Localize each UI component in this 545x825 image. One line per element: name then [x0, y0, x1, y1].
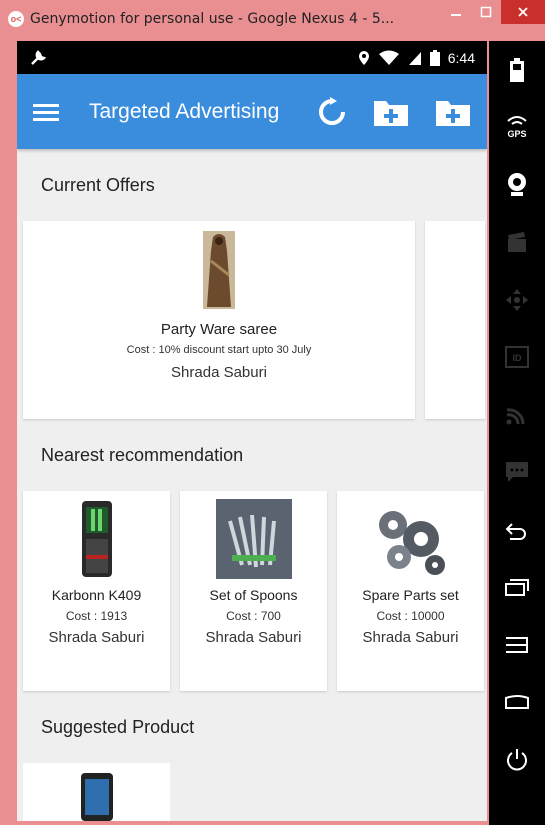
close-button[interactable]: [501, 0, 545, 24]
power-button[interactable]: [489, 731, 545, 789]
window-controls: [441, 0, 545, 26]
clapperboard-icon: [508, 232, 526, 253]
refresh-icon[interactable]: [317, 96, 347, 127]
recommendation-cost: Cost : 10000: [376, 609, 445, 623]
app-bar: Targeted Advertising: [17, 74, 487, 149]
recommendation-card[interactable]: Karbonn K409 Cost : 1913 Shrada Saburi: [23, 491, 170, 691]
home-icon: [505, 695, 529, 710]
recommendation-card[interactable]: Spare Parts set Cost : 10000 Shrada Sabu…: [337, 491, 484, 691]
spoons-product-image: [215, 499, 292, 579]
dpad-icon: [506, 288, 528, 311]
gps-tool-button[interactable]: GPS: [489, 99, 545, 157]
webcam-icon: [508, 172, 526, 196]
home-button[interactable]: [489, 674, 545, 732]
maximize-icon: [480, 6, 492, 18]
identifiers-tool-button[interactable]: ID: [489, 329, 545, 387]
recommendation-name: Spare Parts set: [362, 587, 459, 603]
recommendation-name: Karbonn K409: [51, 587, 142, 603]
recommendation-cost: Cost : 1913: [65, 609, 128, 623]
wifi-icon: [378, 50, 399, 65]
recommendation-seller: Shrada Saburi: [362, 629, 459, 646]
back-button[interactable]: [489, 501, 545, 559]
phone-product-image: [81, 501, 112, 577]
signal-icon: [408, 51, 421, 65]
page-title: Targeted Advertising: [89, 99, 280, 123]
power-icon: [507, 748, 527, 771]
offer-name: Party Ware saree: [160, 321, 278, 338]
status-time: 6:44: [447, 49, 475, 66]
battery-tool-button[interactable]: [489, 41, 545, 99]
section-suggested-product: Suggested Product: [41, 716, 195, 737]
offer-card[interactable]: [425, 221, 485, 419]
location-icon: [358, 50, 369, 65]
gps-label: GPS: [507, 129, 526, 139]
menu-icon: [506, 636, 528, 653]
sms-tool-button[interactable]: [489, 444, 545, 502]
offers-carousel[interactable]: Party Ware saree Cost : 10% discount sta…: [17, 221, 487, 419]
menu-button[interactable]: [489, 616, 545, 674]
recommendation-card[interactable]: Set of Spoons Cost : 700 Shrada Saburi: [180, 491, 327, 691]
phone-screen: 6:44 Targeted Advertising Current Offers…: [17, 41, 487, 821]
gps-icon: GPS: [507, 116, 527, 139]
add-folder-icon[interactable]: [373, 97, 409, 127]
recommendation-name: Set of Spoons: [209, 587, 298, 603]
minimize-icon: [451, 14, 461, 16]
suggested-list[interactable]: [17, 763, 487, 821]
add-folder-icon[interactable]: [435, 97, 471, 127]
smartphone-product-image: [80, 773, 113, 821]
menu-icon[interactable]: [33, 102, 59, 122]
saree-product-image: [203, 231, 235, 309]
message-icon: [506, 462, 528, 483]
recommendation-seller: Shrada Saburi: [48, 629, 145, 646]
close-icon: [518, 7, 528, 17]
back-icon: [505, 523, 526, 540]
id-icon: ID: [505, 346, 529, 369]
suggested-card[interactable]: [23, 763, 170, 821]
section-nearest-recommendation: Nearest recommendation: [41, 444, 244, 465]
recommendation-cost: Cost : 700: [226, 609, 281, 623]
window-title: Genymotion for personal use - Google Nex…: [30, 11, 395, 27]
offer-card[interactable]: Party Ware saree Cost : 10% discount sta…: [23, 221, 415, 419]
maximize-button[interactable]: [471, 0, 501, 24]
appbar-actions: [317, 96, 471, 127]
recommendation-seller: Shrada Saburi: [205, 629, 302, 646]
minimize-button[interactable]: [441, 0, 471, 24]
offer-seller: Shrada Saburi: [171, 364, 267, 381]
emulator-toolbar: GPS ID: [489, 41, 545, 825]
battery-icon: [429, 49, 440, 66]
section-current-offers: Current Offers: [41, 174, 155, 195]
camera-tool-button[interactable]: [489, 156, 545, 214]
battery-icon: [510, 57, 524, 82]
recent-apps-button[interactable]: [489, 559, 545, 617]
genymotion-logo-icon: o<: [8, 11, 24, 27]
dpad-tool-button[interactable]: [489, 271, 545, 329]
cast-icon: [506, 408, 525, 425]
window-titlebar: o< Genymotion for personal use - Google …: [0, 0, 545, 38]
wrench-icon: [31, 49, 47, 65]
recommendation-list[interactable]: Karbonn K409 Cost : 1913 Shrada Saburi S…: [17, 491, 487, 691]
spare-parts-product-image: [378, 511, 445, 575]
capture-tool-button[interactable]: [489, 214, 545, 272]
offer-cost: Cost : 10% discount start upto 30 July: [126, 344, 312, 356]
cast-tool-button[interactable]: [489, 386, 545, 444]
recent-apps-icon: [505, 579, 529, 597]
id-label: ID: [513, 353, 523, 363]
status-bar: 6:44: [17, 41, 487, 74]
